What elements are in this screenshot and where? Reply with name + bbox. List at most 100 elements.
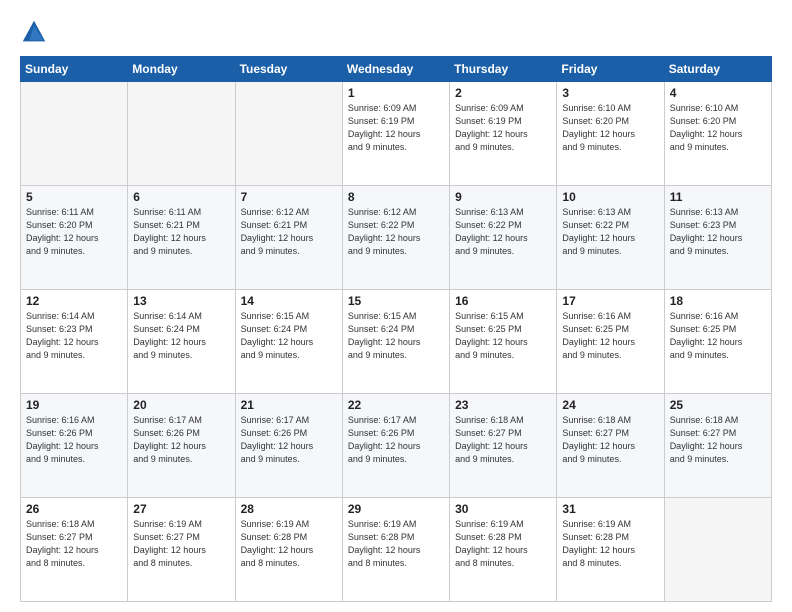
calendar-body: 1 Sunrise: 6:09 AMSunset: 6:19 PMDaylight… (21, 82, 772, 602)
calendar-day-cell: 31 Sunrise: 6:19 AMSunset: 6:28 PMDayligh… (557, 498, 664, 602)
page: SundayMondayTuesdayWednesdayThursdayFrid… (0, 0, 792, 612)
day-number: 15 (348, 294, 444, 308)
day-number: 13 (133, 294, 229, 308)
day-info: Sunrise: 6:12 AMSunset: 6:22 PMDaylight:… (348, 206, 444, 258)
day-number: 19 (26, 398, 122, 412)
day-info: Sunrise: 6:18 AMSunset: 6:27 PMDaylight:… (670, 414, 766, 466)
day-info: Sunrise: 6:16 AMSunset: 6:25 PMDaylight:… (562, 310, 658, 362)
day-info: Sunrise: 6:14 AMSunset: 6:24 PMDaylight:… (133, 310, 229, 362)
day-info: Sunrise: 6:15 AMSunset: 6:24 PMDaylight:… (348, 310, 444, 362)
day-info: Sunrise: 6:18 AMSunset: 6:27 PMDaylight:… (455, 414, 551, 466)
logo-icon (20, 18, 48, 46)
weekday-header-cell: Saturday (664, 57, 771, 82)
calendar-day-cell: 17 Sunrise: 6:16 AMSunset: 6:25 PMDayligh… (557, 290, 664, 394)
day-info: Sunrise: 6:19 AMSunset: 6:28 PMDaylight:… (241, 518, 337, 570)
calendar-day-cell: 19 Sunrise: 6:16 AMSunset: 6:26 PMDayligh… (21, 394, 128, 498)
day-number: 6 (133, 190, 229, 204)
calendar-day-cell: 25 Sunrise: 6:18 AMSunset: 6:27 PMDayligh… (664, 394, 771, 498)
day-number: 22 (348, 398, 444, 412)
day-number: 16 (455, 294, 551, 308)
day-info: Sunrise: 6:18 AMSunset: 6:27 PMDaylight:… (26, 518, 122, 570)
day-number: 2 (455, 86, 551, 100)
day-number: 25 (670, 398, 766, 412)
day-info: Sunrise: 6:16 AMSunset: 6:26 PMDaylight:… (26, 414, 122, 466)
day-number: 5 (26, 190, 122, 204)
day-info: Sunrise: 6:10 AMSunset: 6:20 PMDaylight:… (562, 102, 658, 154)
day-number: 24 (562, 398, 658, 412)
calendar-day-cell: 21Sunrise: 6:17 AMSunset: 6:26 PMDayligh… (235, 394, 342, 498)
day-number: 7 (241, 190, 337, 204)
day-info: Sunrise: 6:17 AMSunset: 6:26 PMDaylight:… (348, 414, 444, 466)
calendar-day-cell: 16 Sunrise: 6:15 AMSunset: 6:25 PMDayligh… (450, 290, 557, 394)
day-info: Sunrise: 6:19 AMSunset: 6:28 PMDaylight:… (455, 518, 551, 570)
day-number: 28 (241, 502, 337, 516)
calendar-day-cell: 12 Sunrise: 6:14 AMSunset: 6:23 PMDayligh… (21, 290, 128, 394)
calendar-day-cell: 10Sunrise: 6:13 AMSunset: 6:22 PMDayligh… (557, 186, 664, 290)
calendar-day-cell: 1Sunrise: 6:09 AMSunset: 6:19 PMDaylight… (342, 82, 449, 186)
calendar-day-cell: 9 Sunrise: 6:13 AMSunset: 6:22 PMDaylight… (450, 186, 557, 290)
day-number: 17 (562, 294, 658, 308)
calendar-day-cell: 8Sunrise: 6:12 AMSunset: 6:22 PMDaylight… (342, 186, 449, 290)
calendar-day-cell: 2 Sunrise: 6:09 AMSunset: 6:19 PMDaylight… (450, 82, 557, 186)
calendar-day-cell: 24 Sunrise: 6:18 AMSunset: 6:27 PMDayligh… (557, 394, 664, 498)
calendar-day-cell: 14Sunrise: 6:15 AMSunset: 6:24 PMDayligh… (235, 290, 342, 394)
weekday-header-row: SundayMondayTuesdayWednesdayThursdayFrid… (21, 57, 772, 82)
day-info: Sunrise: 6:15 AMSunset: 6:24 PMDaylight:… (241, 310, 337, 362)
calendar-week-row: 19 Sunrise: 6:16 AMSunset: 6:26 PMDayligh… (21, 394, 772, 498)
day-number: 3 (562, 86, 658, 100)
day-number: 20 (133, 398, 229, 412)
day-info: Sunrise: 6:09 AMSunset: 6:19 PMDaylight:… (455, 102, 551, 154)
calendar-day-cell (664, 498, 771, 602)
weekday-header-cell: Thursday (450, 57, 557, 82)
calendar-day-cell (128, 82, 235, 186)
day-number: 29 (348, 502, 444, 516)
calendar-day-cell: 3 Sunrise: 6:10 AMSunset: 6:20 PMDaylight… (557, 82, 664, 186)
day-info: Sunrise: 6:19 AMSunset: 6:28 PMDaylight:… (348, 518, 444, 570)
calendar-week-row: 12 Sunrise: 6:14 AMSunset: 6:23 PMDayligh… (21, 290, 772, 394)
day-number: 11 (670, 190, 766, 204)
weekday-header-cell: Sunday (21, 57, 128, 82)
day-info: Sunrise: 6:14 AMSunset: 6:23 PMDaylight:… (26, 310, 122, 362)
calendar-day-cell: 30 Sunrise: 6:19 AMSunset: 6:28 PMDayligh… (450, 498, 557, 602)
calendar-day-cell: 13 Sunrise: 6:14 AMSunset: 6:24 PMDayligh… (128, 290, 235, 394)
calendar-day-cell: 6 Sunrise: 6:11 AMSunset: 6:21 PMDaylight… (128, 186, 235, 290)
calendar-week-row: 1 Sunrise: 6:09 AMSunset: 6:19 PMDaylight… (21, 82, 772, 186)
calendar-week-row: 26Sunrise: 6:18 AMSunset: 6:27 PMDayligh… (21, 498, 772, 602)
day-number: 21 (241, 398, 337, 412)
calendar-day-cell: 7 Sunrise: 6:12 AMSunset: 6:21 PMDaylight… (235, 186, 342, 290)
day-info: Sunrise: 6:18 AMSunset: 6:27 PMDaylight:… (562, 414, 658, 466)
calendar-day-cell: 29 Sunrise: 6:19 AMSunset: 6:28 PMDayligh… (342, 498, 449, 602)
day-info: Sunrise: 6:17 AMSunset: 6:26 PMDaylight:… (133, 414, 229, 466)
day-number: 12 (26, 294, 122, 308)
day-info: Sunrise: 6:15 AMSunset: 6:25 PMDaylight:… (455, 310, 551, 362)
calendar-day-cell (235, 82, 342, 186)
weekday-header-cell: Tuesday (235, 57, 342, 82)
day-info: Sunrise: 6:13 AMSunset: 6:22 PMDaylight:… (455, 206, 551, 258)
calendar-day-cell: 20 Sunrise: 6:17 AMSunset: 6:26 PMDayligh… (128, 394, 235, 498)
day-info: Sunrise: 6:12 AMSunset: 6:21 PMDaylight:… (241, 206, 337, 258)
calendar-day-cell: 5Sunrise: 6:11 AMSunset: 6:20 PMDaylight… (21, 186, 128, 290)
calendar-day-cell: 26Sunrise: 6:18 AMSunset: 6:27 PMDayligh… (21, 498, 128, 602)
logo (20, 18, 52, 46)
day-info: Sunrise: 6:13 AMSunset: 6:23 PMDaylight:… (670, 206, 766, 258)
calendar-day-cell: 4 Sunrise: 6:10 AMSunset: 6:20 PMDaylight… (664, 82, 771, 186)
calendar-day-cell: 27Sunrise: 6:19 AMSunset: 6:27 PMDayligh… (128, 498, 235, 602)
day-number: 10 (562, 190, 658, 204)
calendar-day-cell: 22 Sunrise: 6:17 AMSunset: 6:26 PMDayligh… (342, 394, 449, 498)
calendar-day-cell (21, 82, 128, 186)
day-number: 30 (455, 502, 551, 516)
day-number: 18 (670, 294, 766, 308)
day-info: Sunrise: 6:10 AMSunset: 6:20 PMDaylight:… (670, 102, 766, 154)
day-number: 27 (133, 502, 229, 516)
weekday-header-cell: Friday (557, 57, 664, 82)
day-number: 31 (562, 502, 658, 516)
calendar-day-cell: 28 Sunrise: 6:19 AMSunset: 6:28 PMDayligh… (235, 498, 342, 602)
day-info: Sunrise: 6:11 AMSunset: 6:21 PMDaylight:… (133, 206, 229, 258)
day-number: 1 (348, 86, 444, 100)
day-number: 4 (670, 86, 766, 100)
day-number: 9 (455, 190, 551, 204)
day-info: Sunrise: 6:19 AMSunset: 6:28 PMDaylight:… (562, 518, 658, 570)
day-info: Sunrise: 6:16 AMSunset: 6:25 PMDaylight:… (670, 310, 766, 362)
calendar-day-cell: 11 Sunrise: 6:13 AMSunset: 6:23 PMDayligh… (664, 186, 771, 290)
calendar-table: SundayMondayTuesdayWednesdayThursdayFrid… (20, 56, 772, 602)
